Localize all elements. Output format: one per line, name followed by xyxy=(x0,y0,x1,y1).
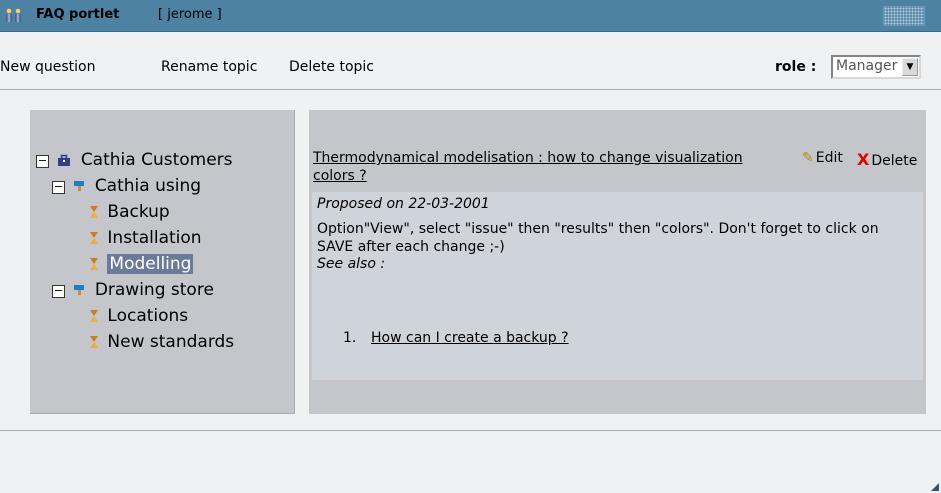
delete-button[interactable]: X Delete xyxy=(857,150,917,169)
tree-node-root[interactable]: − Cathia Customers xyxy=(36,150,233,174)
role-label: role : xyxy=(775,59,817,75)
divider xyxy=(0,430,941,431)
reference-number: 1. xyxy=(343,330,357,346)
collapse-icon[interactable]: − xyxy=(36,155,49,168)
new-question-button[interactable]: New question xyxy=(0,59,95,75)
divider xyxy=(0,89,941,90)
role-select-value: Manager xyxy=(836,58,898,74)
toolbar: New question Rename topic Delete topic r… xyxy=(0,33,941,89)
current-user: [ jerome ] xyxy=(158,7,222,22)
topic-flag-icon xyxy=(74,285,85,295)
delete-topic-button[interactable]: Delete topic xyxy=(289,59,374,75)
chevron-down-icon[interactable]: ▼ xyxy=(902,58,918,76)
tree-node-label: Cathia Customers xyxy=(80,150,233,170)
tree-leaf[interactable]: Backup xyxy=(90,202,170,226)
delete-x-icon: X xyxy=(857,150,870,169)
collapse-icon[interactable]: − xyxy=(52,285,65,298)
proposed-date: Proposed on 22-03-2001 xyxy=(317,196,490,212)
topic-tree: − Cathia Customers − Cathia using Backup… xyxy=(30,110,295,414)
tree-leaf-label: Backup xyxy=(107,202,170,222)
role-select[interactable]: Manager ▼ xyxy=(831,55,921,79)
hourglass-icon xyxy=(90,336,98,348)
tree-leaf-label: Locations xyxy=(107,306,189,326)
collapse-icon[interactable]: − xyxy=(52,181,65,194)
hourglass-icon xyxy=(90,232,98,244)
tree-leaf-selected[interactable]: Modelling xyxy=(90,254,194,278)
faq-panel: Thermodynamical modelisation : how to ch… xyxy=(309,110,926,414)
users-icon xyxy=(6,8,21,22)
tree-leaf-label: New standards xyxy=(107,332,235,352)
tree-leaf-label: Installation xyxy=(107,228,202,248)
tree-node-label: Cathia using xyxy=(94,176,202,196)
portlet-title: FAQ portlet xyxy=(36,7,120,22)
hourglass-icon xyxy=(90,206,98,218)
tree-leaf[interactable]: Locations xyxy=(90,306,188,330)
tree-node-group[interactable]: − Cathia using xyxy=(52,176,201,200)
tree-node-group[interactable]: − Drawing store xyxy=(52,280,214,304)
tree-node-label: Drawing store xyxy=(94,280,214,300)
edit-button[interactable]: ✎ Edit xyxy=(802,150,843,166)
tree-leaf[interactable]: New standards xyxy=(90,332,234,356)
see-also-label: See also : xyxy=(317,256,386,272)
rename-topic-button[interactable]: Rename topic xyxy=(161,59,257,75)
hourglass-icon xyxy=(90,258,98,270)
folder-briefcase-icon xyxy=(58,154,71,166)
tree-leaf-label: Modelling xyxy=(107,254,194,274)
pencil-icon: ✎ xyxy=(802,150,814,166)
resize-handle[interactable] xyxy=(931,483,939,491)
answer-text: Option"View", select "issue" then "resul… xyxy=(317,221,879,255)
tree-leaf[interactable]: Installation xyxy=(90,228,202,252)
question-link[interactable]: Thermodynamical modelisation : how to ch… xyxy=(313,149,743,185)
delete-label: Delete xyxy=(871,153,918,169)
edit-label: Edit xyxy=(815,150,843,166)
title-bar: FAQ portlet [ jerome ] xyxy=(0,0,941,32)
reference-link[interactable]: How can I create a backup ? xyxy=(371,330,569,346)
hourglass-icon xyxy=(90,310,98,322)
topic-flag-icon xyxy=(74,181,85,191)
drag-handle[interactable] xyxy=(883,6,925,26)
